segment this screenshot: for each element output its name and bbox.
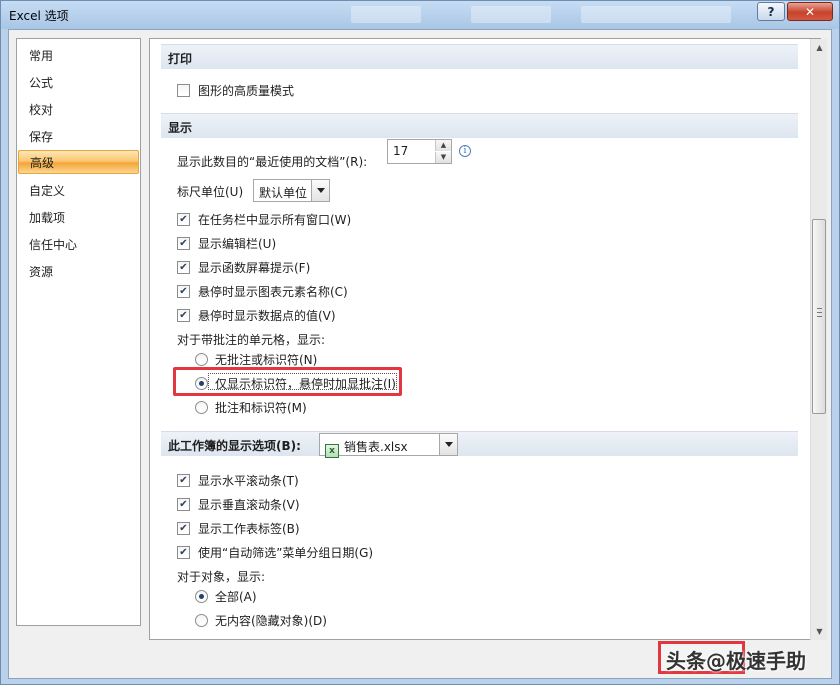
checkbox-label: 在任务栏中显示所有窗口(W) (198, 213, 352, 227)
checkbox-label: 悬停时显示数据点的值(V) (198, 309, 336, 323)
checkbox-box[interactable]: ✔ (177, 213, 190, 226)
background-ribbon-blur (581, 6, 731, 23)
checkbox-formula-bar[interactable]: ✔ 显示编辑栏(U) (177, 235, 276, 252)
section-title: 此工作簿的显示选项(B): (168, 439, 301, 453)
scroll-thumb[interactable] (812, 219, 826, 414)
dialog-body: 常用 公式 校对 保存 高级 自定义 加载项 信任中心 资源 打印 图形的高质量… (8, 29, 832, 679)
recent-docs-label: 显示此数目的“最近使用的文档”(R): (177, 155, 368, 169)
excel-file-icon: x (325, 444, 339, 458)
grip-icon (817, 308, 822, 317)
radio-label: 仅显示标识符，悬停时加显批注(I) (215, 377, 396, 391)
nav-item-formulas[interactable]: 公式 (18, 71, 139, 95)
title-bar: Excel 选项 ? ✕ (1, 1, 839, 29)
section-print: 打印 (161, 44, 798, 69)
checkbox-high-quality-graphics[interactable]: 图形的高质量模式 (177, 82, 294, 99)
radio-label: 无内容(隐藏对象)(D) (215, 614, 327, 628)
recent-docs-spinner[interactable]: 17 ▲ ▼ (387, 139, 452, 164)
checkbox-box[interactable] (177, 84, 190, 97)
checkbox-vertical-scrollbar[interactable]: ✔ 显示垂直滚动条(V) (177, 496, 300, 513)
close-button[interactable]: ✕ (787, 2, 833, 21)
chevron-down-icon (316, 188, 325, 193)
ruler-units-label: 标尺单位(U) (177, 185, 244, 199)
radio-circle[interactable] (195, 377, 208, 390)
checkbox-box[interactable]: ✔ (177, 474, 190, 487)
advanced-options-panel: 打印 图形的高质量模式 显示 显示此数目的“最近使用的文档”(R): 17 ▲ … (149, 38, 821, 640)
close-icon: ✕ (804, 4, 816, 19)
section-display: 显示 (161, 113, 798, 138)
checkbox-autofilter-group-dates[interactable]: ✔ 使用“自动筛选”菜单分组日期(G) (177, 544, 373, 561)
checkbox-box[interactable]: ✔ (177, 498, 190, 511)
checkbox-chart-element-names[interactable]: ✔ 悬停时显示图表元素名称(C) (177, 283, 348, 300)
checkbox-box[interactable]: ✔ (177, 546, 190, 559)
scroll-up-arrow[interactable]: ▲ (811, 39, 828, 56)
checkbox-label: 显示水平滚动条(T) (198, 474, 299, 488)
nav-item-trust-center[interactable]: 信任中心 (18, 233, 139, 257)
watermark-text: 头条@极速手助 (666, 649, 806, 673)
radio-circle[interactable] (195, 353, 208, 366)
background-ribbon-blur (471, 6, 551, 23)
recent-docs-value[interactable]: 17 (393, 144, 408, 158)
objects-display-label: 对于对象，显示: (177, 570, 266, 584)
radio-no-comments[interactable]: 无批注或标识符(N) (195, 351, 317, 368)
section-workbook-display: 此工作簿的显示选项(B): (161, 431, 798, 456)
nav-item-customize[interactable]: 自定义 (18, 179, 139, 203)
excel-options-window: Excel 选项 ? ✕ 常用 公式 校对 保存 高级 自定义 加载项 信任中心… (0, 0, 840, 685)
radio-label: 无批注或标识符(N) (215, 353, 318, 367)
dropdown-button[interactable] (311, 180, 329, 201)
nav-item-resources[interactable]: 资源 (18, 260, 139, 284)
radio-comments-and-indicators[interactable]: 批注和标识符(M) (195, 399, 307, 416)
spin-up-icon[interactable]: ▲ (435, 140, 451, 151)
ruler-units-select[interactable]: 默认单位 (253, 179, 330, 202)
radio-objects-all[interactable]: 全部(A) (195, 588, 257, 605)
spin-down-icon[interactable]: ▼ (435, 152, 451, 163)
checkbox-horizontal-scrollbar[interactable]: ✔ 显示水平滚动条(T) (177, 472, 299, 489)
checkbox-label: 图形的高质量模式 (198, 84, 295, 98)
radio-circle[interactable] (195, 590, 208, 603)
checkbox-label: 显示编辑栏(U) (198, 237, 277, 251)
checkbox-data-point-values[interactable]: ✔ 悬停时显示数据点的值(V) (177, 307, 336, 324)
radio-label: 全部(A) (215, 590, 257, 604)
checkbox-taskbar-windows[interactable]: ✔ 在任务栏中显示所有窗口(W) (177, 211, 351, 228)
checkbox-sheet-tabs[interactable]: ✔ 显示工作表标签(B) (177, 520, 300, 537)
radio-objects-nothing[interactable]: 无内容(隐藏对象)(D) (195, 612, 327, 629)
workbook-name: 销售表.xlsx (344, 440, 408, 454)
content-scrollbar[interactable]: ▲ ▼ (810, 39, 827, 640)
section-title: 打印 (168, 52, 193, 66)
nav-item-advanced[interactable]: 高级 (18, 150, 139, 174)
help-button[interactable]: ? (757, 2, 785, 21)
checkbox-box[interactable]: ✔ (177, 522, 190, 535)
chevron-down-icon (444, 442, 453, 447)
checkbox-box[interactable]: ✔ (177, 261, 190, 274)
radio-label: 批注和标识符(M) (215, 401, 307, 415)
radio-indicators-only[interactable]: 仅显示标识符，悬停时加显批注(I) (195, 375, 396, 392)
options-nav: 常用 公式 校对 保存 高级 自定义 加载项 信任中心 资源 (16, 38, 141, 626)
radio-circle[interactable] (195, 401, 208, 414)
ruler-units-value: 默认单位 (259, 186, 308, 200)
background-ribbon-blur (351, 6, 421, 23)
dropdown-button[interactable] (439, 434, 457, 455)
workbook-value: x 销售表.xlsx (325, 438, 408, 458)
section-title: 显示 (168, 121, 193, 135)
checkbox-label: 悬停时显示图表元素名称(C) (198, 285, 348, 299)
scroll-down-arrow[interactable]: ▼ (811, 623, 828, 640)
workbook-select[interactable]: x 销售表.xlsx (319, 433, 458, 458)
checkbox-label: 显示垂直滚动条(V) (198, 498, 300, 512)
nav-item-save[interactable]: 保存 (18, 125, 139, 149)
checkbox-box[interactable]: ✔ (177, 285, 190, 298)
checkbox-label: 使用“自动筛选”菜单分组日期(G) (198, 546, 374, 560)
nav-item-addins[interactable]: 加载项 (18, 206, 139, 230)
info-icon[interactable]: i (459, 145, 471, 157)
checkbox-label: 显示函数屏幕提示(F) (198, 261, 311, 275)
checkbox-box[interactable]: ✔ (177, 309, 190, 322)
nav-item-general[interactable]: 常用 (18, 44, 139, 68)
checkbox-function-tooltips[interactable]: ✔ 显示函数屏幕提示(F) (177, 259, 310, 276)
radio-circle[interactable] (195, 614, 208, 627)
checkbox-box[interactable]: ✔ (177, 237, 190, 250)
checkbox-label: 显示工作表标签(B) (198, 522, 300, 536)
help-icon: ? (767, 4, 775, 19)
window-title: Excel 选项 (9, 9, 69, 23)
comments-display-label: 对于带批注的单元格，显示: (177, 333, 326, 347)
nav-item-proofing[interactable]: 校对 (18, 98, 139, 122)
